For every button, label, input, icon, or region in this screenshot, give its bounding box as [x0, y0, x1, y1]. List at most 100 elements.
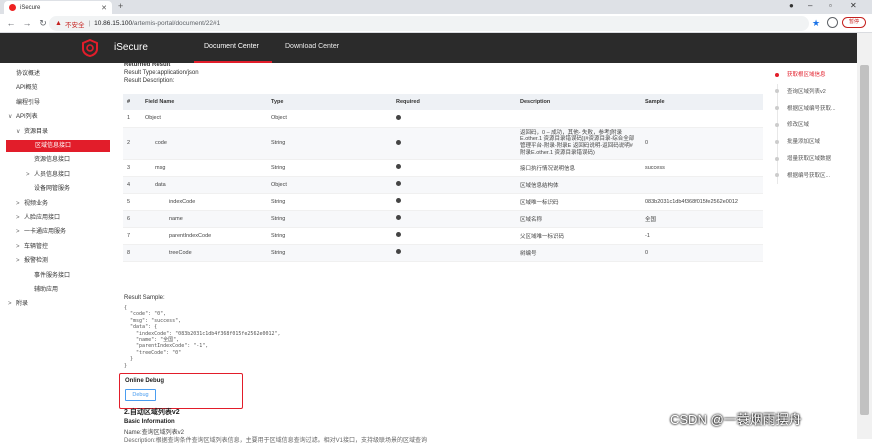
browser-tabstrip: iSecure ✕ + ● – ▫ ✕: [0, 0, 872, 14]
col-header-field: Field Name: [141, 94, 267, 110]
sidebar-item-label: 一卡通应用服务: [24, 229, 67, 236]
brand-name: iSecure: [114, 42, 148, 53]
sidebar-item[interactable]: 协议概述: [8, 68, 40, 80]
sidebar-item-label: 编程引导: [16, 99, 41, 106]
anchor-label: 增量获取区域数据: [787, 156, 832, 162]
row-type: String: [267, 244, 392, 262]
col-header-num: #: [123, 94, 141, 110]
sidebar-item[interactable]: ∨ API列表: [8, 111, 38, 123]
sidebar-item[interactable]: > 车辆管控: [16, 241, 48, 253]
isecure-logo-icon: [82, 39, 98, 57]
url-host: 10.86.15.100: [94, 20, 133, 27]
close-tab-icon[interactable]: ✕: [101, 4, 107, 12]
anchor-label: 修改区域: [787, 122, 810, 129]
bookmark-star-icon[interactable]: ★: [812, 18, 820, 29]
row-field-name: parentIndexCode: [141, 227, 267, 245]
sidebar-item[interactable]: > 人脸应用接口: [16, 212, 60, 224]
sidebar-item[interactable]: 资源信息接口: [26, 154, 70, 166]
row-required: [392, 176, 516, 194]
sidebar-item[interactable]: 区域信息接口: [6, 140, 110, 152]
row-num: 5: [123, 193, 141, 211]
sidebar-item[interactable]: > 视频业务: [16, 198, 48, 210]
row-num: 7: [123, 227, 141, 245]
sidebar-item[interactable]: > 附录: [8, 298, 28, 310]
profile-avatar-icon[interactable]: [827, 17, 838, 28]
row-sample: success: [641, 159, 763, 177]
row-field-name: name: [141, 210, 267, 228]
sidebar-item[interactable]: > 报警检测: [16, 255, 48, 267]
app-header: iSecure Document Center Download Center: [0, 33, 872, 63]
table-row: 3 msg String 接口执行情况说明信息 success: [123, 159, 763, 177]
required-dot-icon: [396, 198, 401, 204]
scrollbar-thumb[interactable]: [860, 65, 869, 415]
row-required: [392, 210, 516, 228]
tab-title: iSecure: [20, 4, 41, 11]
paused-badge[interactable]: 暂停: [842, 17, 866, 28]
row-description: [516, 110, 641, 128]
row-description: 父区域唯一标识码: [516, 227, 641, 245]
chevron-right-icon: >: [16, 215, 20, 221]
sidebar-item[interactable]: API概览: [8, 82, 38, 94]
new-tab-button[interactable]: +: [118, 1, 123, 11]
row-num: 2: [123, 127, 141, 160]
row-type: String: [267, 127, 392, 160]
csdn-watermark: CSDN @一蓑烟雨摆舟: [670, 412, 802, 427]
row-sample: 0: [641, 244, 763, 262]
anchor-bullet-icon: [775, 89, 779, 94]
basic-information-heading: Basic Information: [124, 419, 175, 425]
chevron-right-icon: >: [16, 243, 20, 250]
browser-tab[interactable]: iSecure ✕: [4, 1, 112, 14]
sidebar-item-label: 区域信息接口: [35, 143, 72, 149]
sidebar-item[interactable]: 辅助应用: [26, 284, 58, 296]
row-required: [392, 193, 516, 211]
row-field-name: Object: [141, 110, 267, 128]
anchor-item[interactable]: 修改区域: [775, 120, 809, 130]
back-icon[interactable]: ←: [6, 18, 16, 28]
required-dot-icon: [396, 232, 401, 238]
anchor-item[interactable]: 根据编号获取区...: [775, 171, 830, 181]
chevron-right-icon: >: [26, 171, 30, 178]
row-num: 4: [123, 176, 141, 194]
forward-icon[interactable]: →: [22, 18, 32, 28]
sidebar-item-label: 附录: [16, 301, 29, 308]
result-type: Result Type:application/json: [124, 70, 199, 76]
close-window-icon[interactable]: ✕: [850, 1, 857, 10]
browser-toolbar: ← → ↻ ▲ 不安全 | 10.86.15.100 /artemis-port…: [0, 14, 872, 33]
sidebar-item[interactable]: > 人员信息接口: [26, 169, 70, 181]
minimize-icon[interactable]: –: [808, 1, 812, 10]
sidebar-item[interactable]: 设备网管服务: [26, 183, 70, 195]
sidebar-item[interactable]: > 一卡通应用服务: [16, 226, 66, 238]
anchor-bullet-icon: [775, 173, 779, 178]
sidebar-item[interactable]: 编程引导: [8, 97, 40, 109]
anchor-label: 查询区域列表v2: [787, 88, 826, 95]
chevron-down-icon: ∨: [8, 114, 13, 121]
row-num: 3: [123, 159, 141, 177]
anchor-item[interactable]: 根据区域编号获取...: [775, 104, 836, 114]
vertical-scrollbar[interactable]: [857, 33, 872, 439]
chevron-right-icon: >: [16, 258, 20, 265]
profile-dot-icon[interactable]: ●: [789, 1, 794, 10]
required-dot-icon: [396, 114, 401, 120]
anchor-item[interactable]: 查询区域列表v2: [775, 87, 826, 97]
anchor-item[interactable]: 增量获取区域数据: [775, 154, 831, 164]
anchor-item[interactable]: 获取根区域信息: [775, 70, 826, 80]
row-field-name: code: [141, 127, 267, 160]
chevron-right-icon: >: [8, 301, 12, 308]
nav-document-center[interactable]: Document Center: [204, 43, 259, 50]
result-sample-code: { "code": "0", "msg": "success", "data":…: [124, 305, 281, 369]
address-bar[interactable]: ▲ 不安全 | 10.86.15.100 /artemis-portal/doc…: [49, 16, 809, 31]
reload-icon[interactable]: ↻: [38, 18, 48, 29]
row-num: 1: [123, 110, 141, 128]
warning-icon: ▲: [55, 20, 62, 27]
row-sample: [641, 176, 763, 194]
sidebar-item[interactable]: ∨ 资源目录: [16, 126, 48, 138]
anchor-label: 获取根区域信息: [787, 72, 826, 78]
col-header-type: Type: [267, 94, 392, 110]
maximize-icon[interactable]: ▫: [829, 1, 832, 10]
required-dot-icon: [396, 249, 401, 255]
nav-download-center[interactable]: Download Center: [285, 43, 339, 50]
anchor-item[interactable]: 批量添加区域: [775, 137, 820, 147]
sidebar-item[interactable]: 事件服务接口: [26, 270, 70, 282]
debug-button[interactable]: Debug: [125, 389, 156, 401]
row-type: String: [267, 193, 392, 211]
